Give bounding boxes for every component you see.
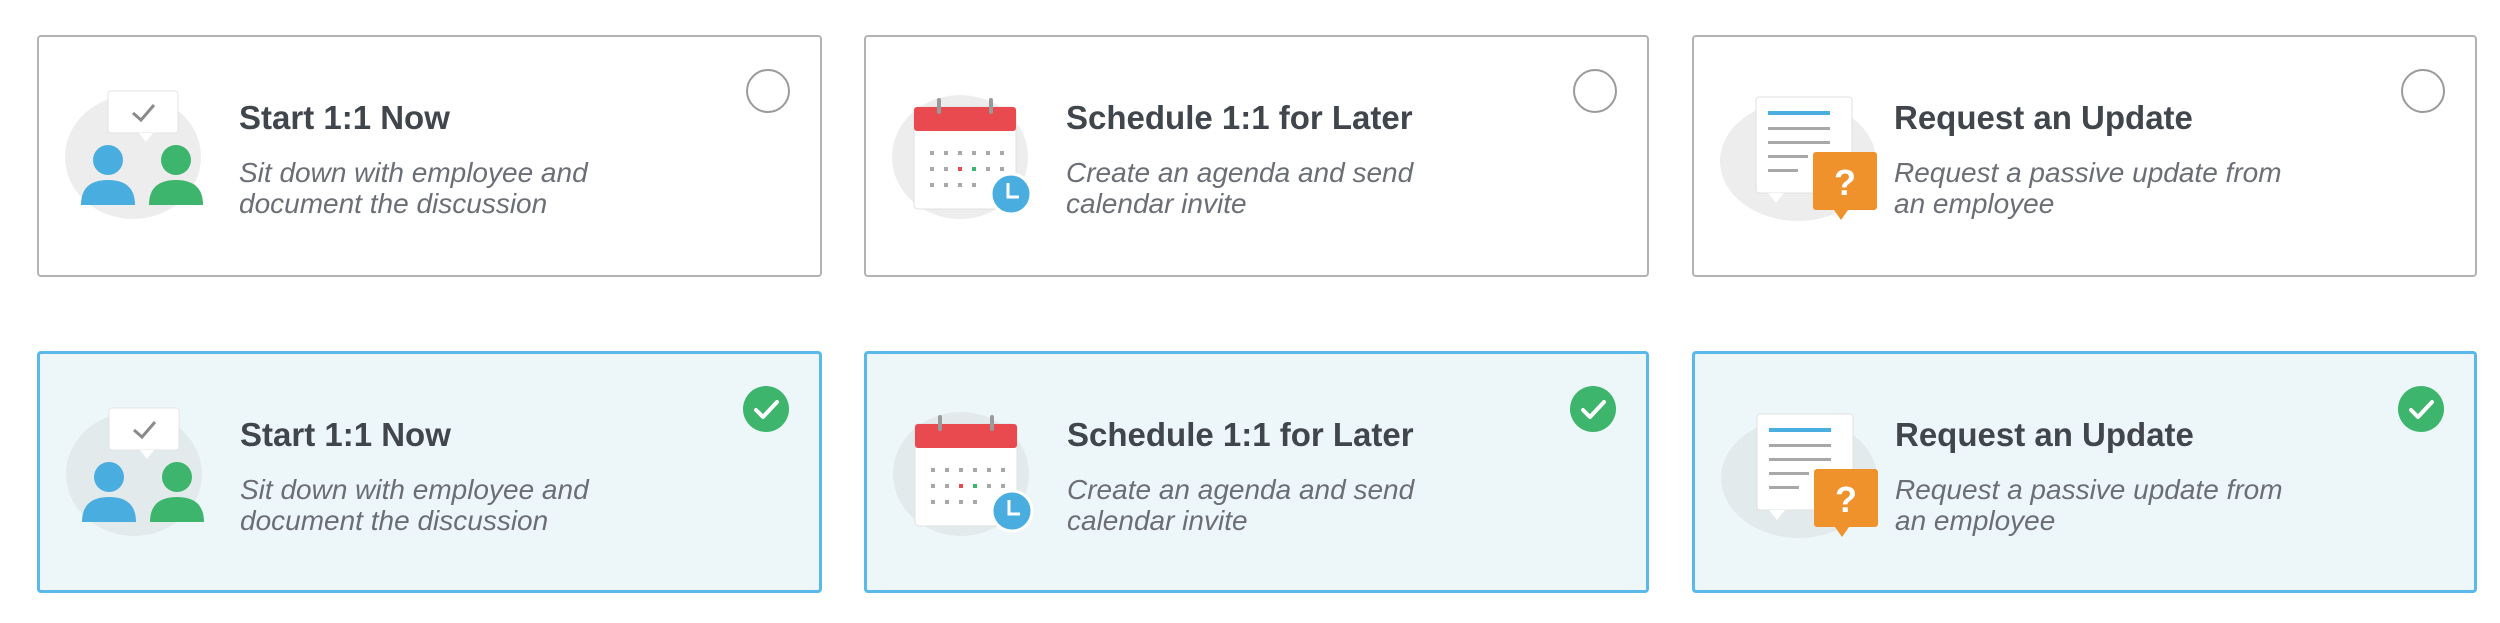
description-line: an employee <box>1894 188 2055 219</box>
document-question-icon: ? <box>1717 394 1887 544</box>
option-card-start-now-selected[interactable]: Start 1:1 Now Sit down with employee and… <box>37 351 822 593</box>
radio-button[interactable] <box>746 69 790 113</box>
checkmark-icon[interactable] <box>1570 386 1616 432</box>
option-card-schedule-later-selected[interactable]: Schedule 1:1 for Later Create an agenda … <box>864 351 1649 593</box>
calendar-clock-icon <box>888 77 1058 227</box>
description-line: document the discussion <box>240 505 549 536</box>
option-description: Request a passive update from an employe… <box>1894 157 2314 219</box>
option-title: Start 1:1 Now <box>239 99 450 136</box>
option-description: Create an agenda and send calendar invit… <box>1067 474 1487 536</box>
radio-button[interactable] <box>1573 69 1617 113</box>
option-description: Sit down with employee and document the … <box>239 157 659 219</box>
calendar-clock-icon <box>889 394 1059 544</box>
description-line: Sit down with employee and <box>239 157 588 188</box>
svg-text:?: ? <box>1834 162 1856 203</box>
option-card-start-now[interactable]: Start 1:1 Now Sit down with employee and… <box>37 35 822 277</box>
option-card-schedule-later[interactable]: Schedule 1:1 for Later Create an agenda … <box>864 35 1649 277</box>
option-title: Schedule 1:1 for Later <box>1067 416 1414 453</box>
meeting-people-icon <box>61 77 231 227</box>
option-description: Request a passive update from an employe… <box>1895 474 2315 536</box>
option-card-request-update-selected[interactable]: ? Request an Update Request a passive up… <box>1692 351 2477 593</box>
description-line: calendar invite <box>1067 505 1248 536</box>
description-line: Create an agenda and send <box>1066 157 1414 188</box>
description-line: Create an agenda and send <box>1067 474 1415 505</box>
description-line: Request a passive update from <box>1895 474 2283 505</box>
checkmark-icon[interactable] <box>2398 386 2444 432</box>
svg-text:?: ? <box>1835 479 1857 520</box>
option-title: Schedule 1:1 for Later <box>1066 99 1413 136</box>
document-question-icon: ? <box>1716 77 1886 227</box>
description-line: Sit down with employee and <box>240 474 589 505</box>
option-title: Request an Update <box>1894 99 2193 136</box>
radio-button[interactable] <box>2401 69 2445 113</box>
description-line: document the discussion <box>239 188 548 219</box>
description-line: an employee <box>1895 505 2056 536</box>
description-line: calendar invite <box>1066 188 1247 219</box>
option-title: Request an Update <box>1895 416 2194 453</box>
option-card-request-update[interactable]: ? Request an Update Request a passive up… <box>1692 35 2477 277</box>
checkmark-icon[interactable] <box>743 386 789 432</box>
option-description: Create an agenda and send calendar invit… <box>1066 157 1486 219</box>
meeting-people-icon <box>62 394 232 544</box>
option-title: Start 1:1 Now <box>240 416 451 453</box>
option-description: Sit down with employee and document the … <box>240 474 660 536</box>
description-line: Request a passive update from <box>1894 157 2282 188</box>
